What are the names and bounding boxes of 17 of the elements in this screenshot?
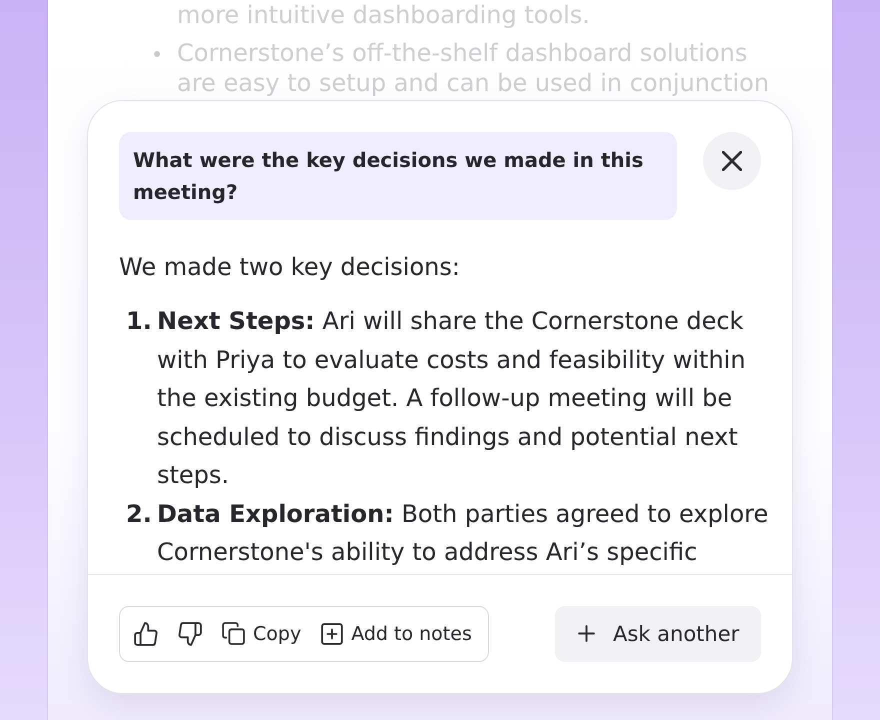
plus-icon (578, 625, 595, 642)
list-number: 2. (126, 498, 153, 530)
thumbs-down-button[interactable] (178, 622, 202, 646)
list-item-text: Next Steps: Ari will share the Cornerstone deck with Priya to evaluate costs and feasibility within the existing budget. A follow-up meeting will be scheduled to discuss findings and potential next steps. (157, 306, 747, 491)
close-icon (722, 151, 742, 171)
thumbs-down-icon (178, 622, 202, 646)
copy-icon (222, 622, 245, 645)
plus-square-icon (321, 622, 344, 644)
ask-another-button[interactable]: Ask another (555, 606, 761, 662)
question-bubble: What were the key decisions we made in this meeting? (119, 132, 677, 220)
thumbs-up-icon (134, 622, 158, 646)
list-item-text: Data Exploration: Both parties agreed to explore Cornerstone's ability to address Ari’s specific (157, 498, 770, 568)
answer-intro: We made two key decisions: (119, 252, 461, 283)
thumbs-up-button[interactable] (134, 622, 158, 646)
list-number: 1. (126, 306, 153, 337)
copy-button[interactable]: Copy (222, 622, 302, 645)
add-to-notes-button[interactable]: Add to notes (321, 622, 472, 644)
